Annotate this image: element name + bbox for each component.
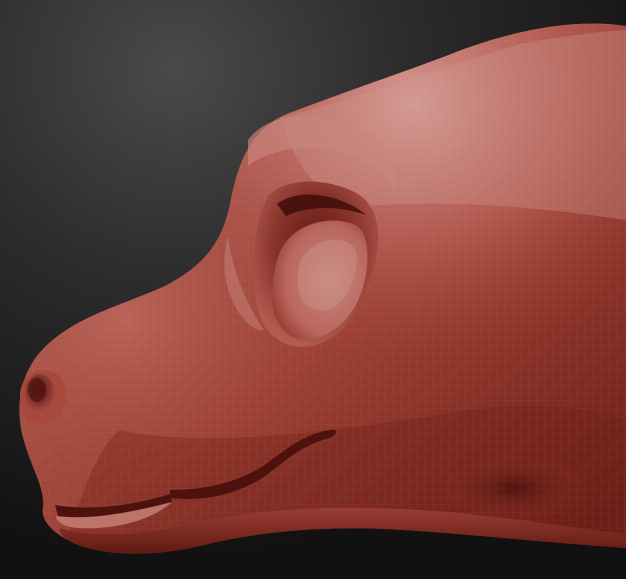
nose [20,370,66,424]
sculpt-render [0,0,626,579]
sculpt-viewport [0,0,626,579]
